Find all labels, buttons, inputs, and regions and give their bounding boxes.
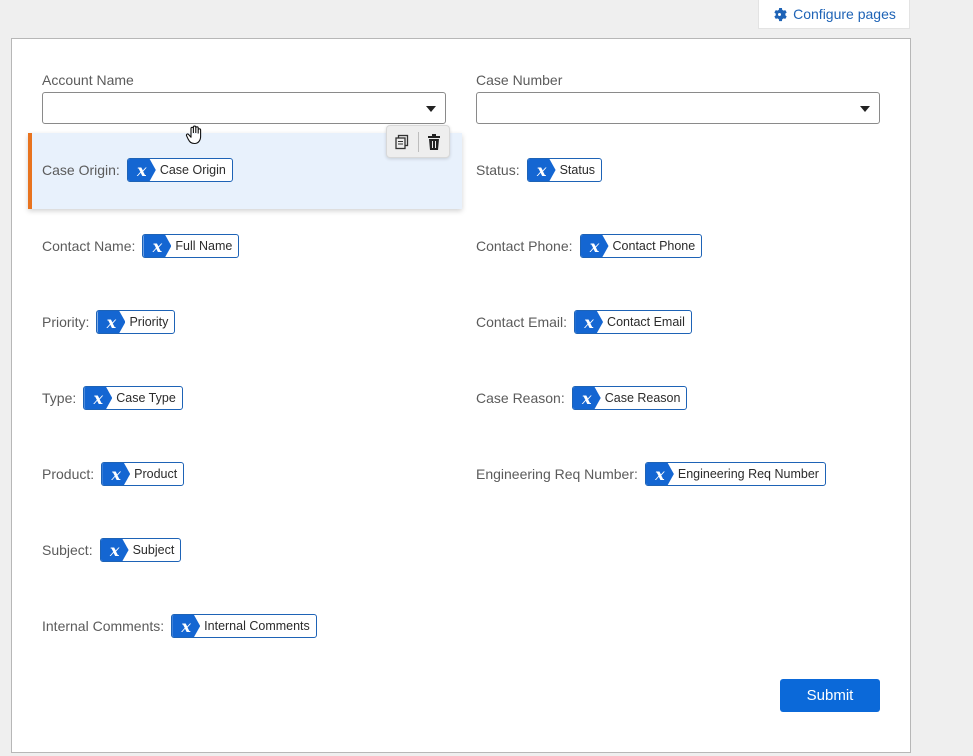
field-row-status: Status: 𝒙 Status — [476, 158, 603, 182]
token-label: Priority — [129, 315, 169, 329]
field-row-internal-comments: Internal Comments: 𝒙 Internal Comments — [42, 614, 317, 638]
token-label: Case Type — [116, 391, 176, 405]
merge-field-token[interactable]: 𝒙 Case Type — [83, 386, 183, 410]
variable-icon: 𝒙 — [143, 235, 172, 257]
variable-icon: 𝒙 — [127, 159, 156, 181]
case-number-label: Case Number — [476, 72, 563, 88]
variable-icon: 𝒙 — [572, 387, 601, 409]
chevron-down-icon — [860, 106, 870, 112]
field-label: Case Origin: — [42, 162, 120, 178]
variable-icon: 𝒙 — [97, 311, 126, 333]
merge-field-token[interactable]: 𝒙 Subject — [99, 538, 182, 562]
form-canvas: Account Name Case Number Case Origin: 𝒙C… — [11, 38, 911, 753]
token-label: Status — [559, 163, 596, 177]
field-row-contact-email: Contact Email: 𝒙 Contact Email — [476, 310, 692, 334]
token-label: Contact Phone — [612, 239, 696, 253]
merge-field-token[interactable]: 𝒙 Case Origin — [126, 158, 233, 182]
merge-field-token[interactable]: 𝒙 Contact Phone — [579, 234, 703, 258]
variable-icon: 𝒙 — [84, 387, 113, 409]
field-label: Status: — [476, 162, 520, 178]
field-label: Product: — [42, 466, 95, 482]
gear-icon — [774, 7, 787, 21]
token-label: Case Origin — [159, 163, 226, 177]
merge-field-token[interactable]: 𝒙 Case Reason — [571, 386, 688, 410]
merge-field-token[interactable]: 𝒙 Full Name — [142, 234, 240, 258]
field-label: Type: — [42, 390, 77, 406]
token-label: Engineering Req Number — [677, 467, 819, 481]
merge-field-token[interactable]: 𝒙 Contact Email — [574, 310, 692, 334]
token-label: Case Reason — [604, 391, 681, 405]
variable-icon: 𝒙 — [580, 235, 609, 257]
field-label: Subject: — [42, 542, 93, 558]
field-label: Internal Comments: — [42, 618, 165, 634]
variable-icon: 𝒙 — [102, 463, 131, 485]
variable-icon: 𝒙 — [645, 463, 674, 485]
trash-icon[interactable] — [425, 133, 443, 151]
token-label: Internal Comments — [204, 619, 310, 633]
field-label: Contact Name: — [42, 238, 136, 254]
merge-field-token[interactable]: 𝒙 Priority — [96, 310, 176, 334]
field-label: Contact Phone: — [476, 238, 573, 254]
field-row-type: Type: 𝒙 Case Type — [42, 386, 183, 410]
variable-icon: 𝒙 — [527, 159, 556, 181]
variable-icon: 𝒙 — [172, 615, 201, 637]
configure-pages-label: Configure pages — [793, 6, 896, 22]
merge-field-token[interactable]: 𝒙 Engineering Req Number — [644, 462, 826, 486]
field-row-priority: Priority: 𝒙 Priority — [42, 310, 176, 334]
account-name-label: Account Name — [42, 72, 134, 88]
account-name-select[interactable] — [42, 92, 446, 124]
field-row-product: Product: 𝒙 Product — [42, 462, 185, 486]
field-row-case-reason: Case Reason: 𝒙 Case Reason — [476, 386, 688, 410]
token-label: Subject — [132, 543, 175, 557]
copy-icon[interactable] — [393, 133, 411, 151]
merge-field-token[interactable]: 𝒙 Internal Comments — [171, 614, 317, 638]
field-label: Case Reason: — [476, 390, 565, 406]
token-label: Product — [134, 467, 178, 481]
submit-button[interactable]: Submit — [780, 679, 880, 712]
chevron-down-icon — [426, 106, 436, 112]
variable-icon: 𝒙 — [575, 311, 604, 333]
field-row-engineering-req-number: Engineering Req Number: 𝒙 Engineering Req… — [476, 462, 826, 486]
field-row-case-origin: Case Origin: 𝒙 Case Origin — [42, 158, 233, 182]
toolbar-divider — [417, 131, 419, 152]
configure-pages-button[interactable]: Configure pages — [758, 0, 910, 29]
block-toolbar — [386, 125, 450, 158]
variable-icon: 𝒙 — [100, 539, 129, 561]
field-row-contact-phone: Contact Phone: 𝒙 Contact Phone — [476, 234, 703, 258]
token-label: Contact Email — [607, 315, 685, 329]
case-number-select[interactable] — [476, 92, 880, 124]
hand-cursor-icon — [185, 125, 202, 145]
merge-field-token[interactable]: 𝒙 Status — [526, 158, 603, 182]
token-label: Full Name — [175, 239, 233, 253]
merge-field-token[interactable]: 𝒙 Product — [101, 462, 185, 486]
field-label: Engineering Req Number: — [476, 466, 638, 482]
field-row-contact-name: Contact Name: 𝒙 Full Name — [42, 234, 240, 258]
field-row-subject: Subject: 𝒙 Subject — [42, 538, 182, 562]
field-label: Priority: — [42, 314, 90, 330]
field-label: Contact Email: — [476, 314, 568, 330]
